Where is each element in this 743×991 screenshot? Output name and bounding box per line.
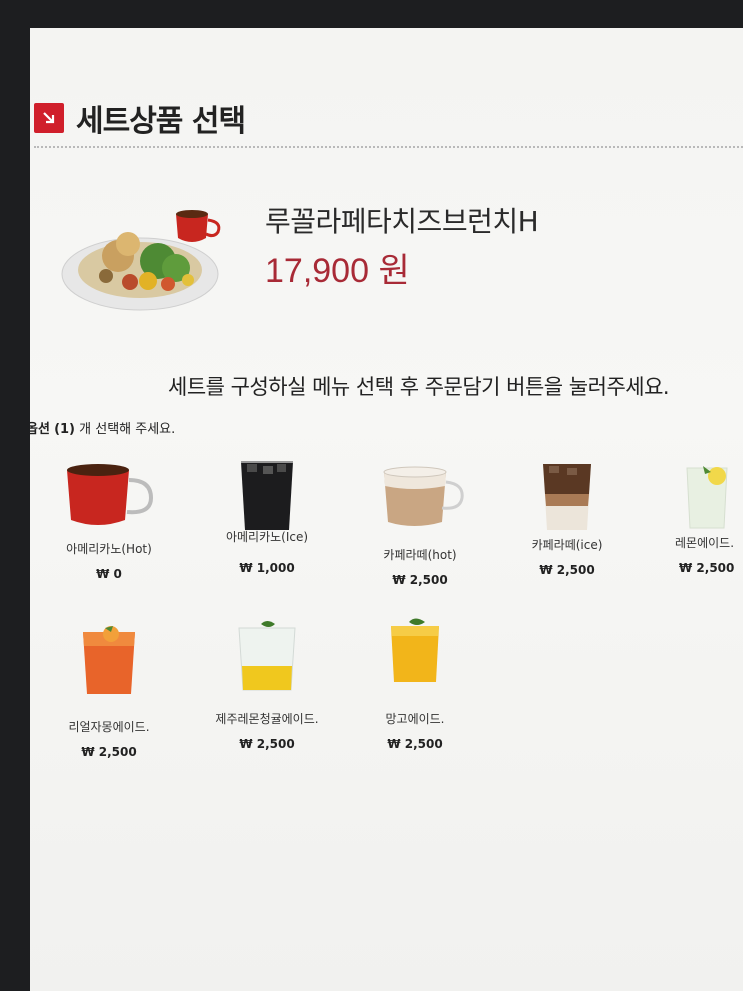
hot-americano-cup-icon: [67, 464, 154, 525]
menu-item-lemonade[interactable]: 레몬에이드. ₩ 2,500: [645, 462, 743, 575]
menu-item-iced-americano[interactable]: 아메리카노(Ice) ₩ 1,000: [202, 458, 332, 575]
jeju-lemon-tangerine-ade-glass-icon: [238, 621, 296, 691]
menu-item-name: 아메리카노(Hot): [66, 542, 152, 556]
product-price: 17,900 원: [265, 252, 410, 290]
menu-item-name: 제주레몬청귤에이드.: [215, 712, 319, 726]
option-count: (1): [54, 422, 75, 437]
menu-item-hot-latte[interactable]: 카페라떼(hot) ₩ 2,500: [355, 464, 485, 587]
menu-item-name: 망고에이드.: [385, 712, 445, 726]
menu-item-price: ₩ 2,500: [81, 745, 137, 759]
header: 세트상품 선택: [34, 96, 246, 140]
menu-item-price: ₩ 2,500: [679, 561, 735, 575]
mango-ade-glass-icon: [391, 618, 439, 682]
option-label: 옵션 (1) 개 선택해 주세요.: [30, 418, 175, 437]
menu-item-iced-latte[interactable]: 카페라떼(ice) ₩ 2,500: [502, 460, 632, 577]
menu-item-price: ₩ 1,000: [239, 561, 295, 575]
lemonade-glass-icon: [686, 466, 728, 529]
menu-item-name: 카페라떼(ice): [531, 538, 603, 552]
product-name: 루꼴라페타치즈브런치H: [265, 205, 539, 238]
menu-item-price: ₩ 0: [96, 567, 122, 581]
arrow-down-right-icon: [34, 103, 64, 133]
menu-item-mango-ade[interactable]: 망고에이드. ₩ 2,500: [350, 616, 480, 751]
kiosk-screen: 세트상품 선택 루꼴라페타치즈브런치H 17,900 원 세트를 구성하실 메뉴…: [30, 28, 743, 991]
divider: [34, 146, 743, 148]
grapefruit-ade-glass-icon: [83, 626, 135, 694]
option-prefix: 옵션: [30, 422, 50, 437]
menu-item-price: ₩ 2,500: [387, 737, 443, 751]
menu-item-name: 카페라떼(hot): [383, 548, 457, 562]
menu-item-name: 아메리카노(Ice): [225, 530, 309, 544]
brunch-plate-image: [61, 210, 221, 311]
menu-item-jeju-lemon-tangerine-ade[interactable]: 제주레몬청귤에이드. ₩ 2,500: [202, 620, 332, 751]
hot-latte-glass-icon: [383, 466, 464, 526]
menu-item-name: 리얼자몽에이드.: [68, 720, 150, 734]
menu-item-hot-americano[interactable]: 아메리카노(Hot) ₩ 0: [44, 458, 174, 581]
menu-item-grapefruit-ade[interactable]: 리얼자몽에이드. ₩ 2,500: [44, 624, 174, 759]
page-title: 세트상품 선택: [76, 104, 246, 139]
iced-americano-glass-icon: [241, 461, 293, 530]
menu-item-price: ₩ 2,500: [239, 737, 295, 751]
menu-item-price: ₩ 2,500: [539, 563, 595, 577]
menu-item-price: ₩ 2,500: [392, 573, 448, 587]
option-suffix: 개 선택해 주세요.: [79, 422, 176, 437]
instruction-text: 세트를 구성하실 메뉴 선택 후 주문담기 버튼을 눌러주세요.: [168, 375, 670, 399]
iced-latte-glass-icon: [543, 464, 591, 530]
menu-item-name: 레몬에이드.: [675, 536, 735, 550]
